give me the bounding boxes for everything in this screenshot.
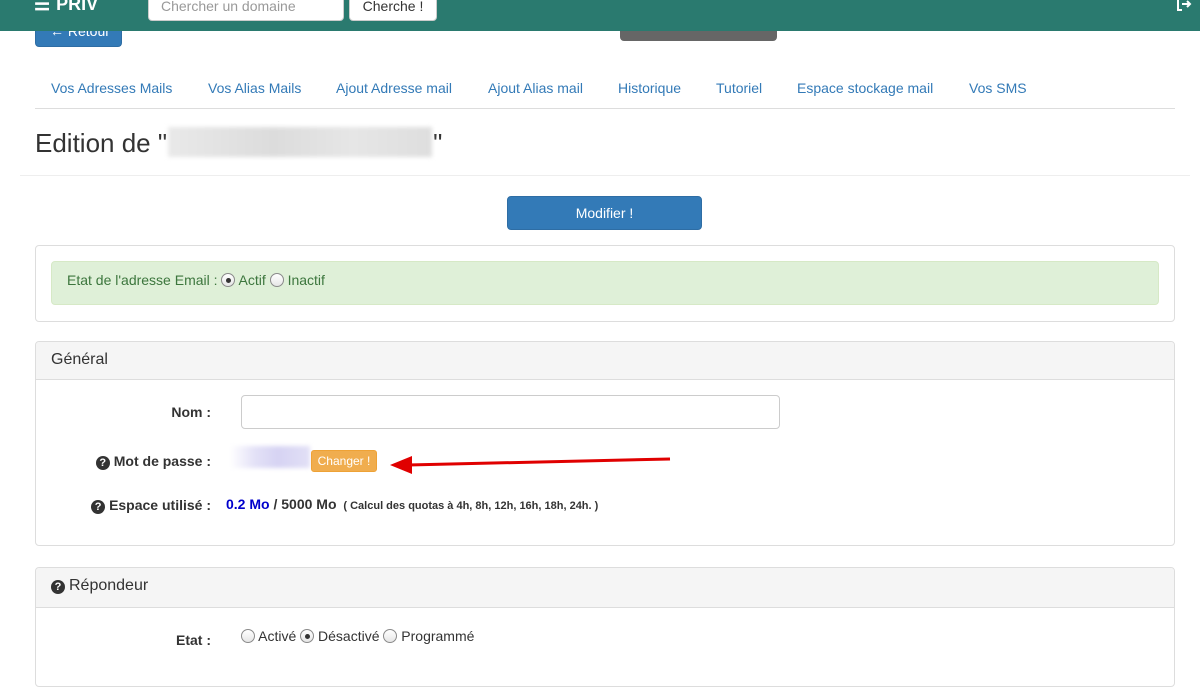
space-total-value: 5000 Mo (281, 496, 337, 512)
responder-state-label: Etat : (176, 632, 211, 648)
responder-disabled-label: Désactivé (318, 628, 380, 644)
tab-vos-adresses-mails[interactable]: Vos Adresses Mails (51, 80, 172, 96)
name-input[interactable] (241, 395, 780, 429)
question-circle-icon[interactable]: ? (95, 456, 110, 470)
redacted-email (168, 127, 433, 158)
space-label: Espace utilisé : (109, 497, 211, 513)
brand[interactable]: ☰ PRIV (34, 0, 98, 15)
brand-name: PRIV (56, 0, 99, 14)
password-label-row: ? Mot de passe : (36, 453, 211, 470)
tab-vos-alias-mails[interactable]: Vos Alias Mails (208, 80, 301, 96)
responder-heading-row: ? Répondeur (51, 577, 148, 595)
arrow-left-icon: ← (50, 31, 64, 39)
responder-active-radio[interactable] (241, 629, 255, 643)
responder-scheduled-label: Programmé (401, 628, 475, 644)
responder-scheduled-radio[interactable] (383, 629, 398, 643)
tab-tutoriel[interactable]: Tutoriel (716, 80, 762, 96)
status-alert: Etat de l'adresse Email : Actif Inactif (51, 261, 1159, 305)
responder-heading-text: Répondeur (69, 577, 149, 594)
redacted-password (230, 446, 310, 468)
tab-vos-sms[interactable]: Vos SMS (969, 80, 1027, 96)
space-used-value: 0.2 Mo (226, 496, 270, 512)
modify-button[interactable]: Modifier ! (507, 196, 702, 230)
nav-tabs: Vos Adresses Mails Vos Alias Mails Ajout… (35, 70, 1175, 109)
search-button[interactable]: Cherche ! (349, 0, 437, 21)
back-button[interactable]: ← Retour (35, 31, 122, 47)
password-label: Mot de passe : (113, 453, 211, 469)
question-circle-icon[interactable]: ? (51, 580, 65, 594)
general-panel-heading: Général (36, 342, 1174, 380)
responder-state-options: Activé Désactivé Programmé (241, 628, 474, 644)
status-actif-radio[interactable] (221, 273, 236, 287)
tab-ajout-alias-mail[interactable]: Ajout Alias mail (488, 80, 583, 96)
sign-out-icon[interactable] (1176, 0, 1192, 12)
space-separator: / (273, 496, 278, 512)
general-panel: Général Nom : ? Mot de passe : Changer ! … (35, 341, 1175, 546)
status-actif-label: Actif (238, 272, 266, 288)
status-panel: Etat de l'adresse Email : Actif Inactif (35, 245, 1175, 322)
space-usage: 0.2 Mo / 5000 Mo ( Calcul des quotas à 4… (226, 496, 598, 512)
responder-panel-heading: ? Répondeur (36, 568, 1174, 608)
responder-panel: ? Répondeur Etat : Activé Désactivé Progr… (35, 567, 1175, 687)
quota-note: ( Calcul des quotas à 4h, 8h, 12h, 16h, … (343, 500, 599, 512)
page-title-prefix: Edition de " (35, 128, 168, 158)
tab-historique[interactable]: Historique (618, 80, 681, 96)
space-label-row: ? Espace utilisé : (36, 497, 211, 514)
status-inactif-label: Inactif (287, 272, 325, 288)
status-inactif-radio[interactable] (269, 273, 284, 287)
responder-disabled-radio[interactable] (300, 629, 315, 643)
back-button-label: Retour (67, 31, 110, 39)
status-label: Etat de l'adresse Email : (67, 272, 218, 288)
name-label: Nom : (171, 404, 211, 420)
responder-active-label: Activé (258, 628, 297, 644)
annotation-arrow (390, 456, 671, 474)
tab-ajout-adresse-mail[interactable]: Ajout Adresse mail (336, 80, 452, 96)
tab-espace-stockage-mail[interactable]: Espace stockage mail (797, 80, 933, 96)
page-title: Edition de " " (35, 127, 443, 160)
general-heading-text: Général (51, 351, 108, 368)
bars-icon[interactable]: ☰ (34, 0, 50, 14)
question-circle-icon[interactable]: ? (91, 500, 106, 514)
change-password-button[interactable]: Changer ! (311, 450, 377, 472)
page-title-suffix: " (433, 128, 443, 158)
title-divider (20, 175, 1190, 176)
header-action-button[interactable] (620, 31, 777, 41)
top-navbar: ☰ PRIV Cherche ! (0, 0, 1200, 31)
domain-search-input[interactable] (148, 0, 344, 21)
